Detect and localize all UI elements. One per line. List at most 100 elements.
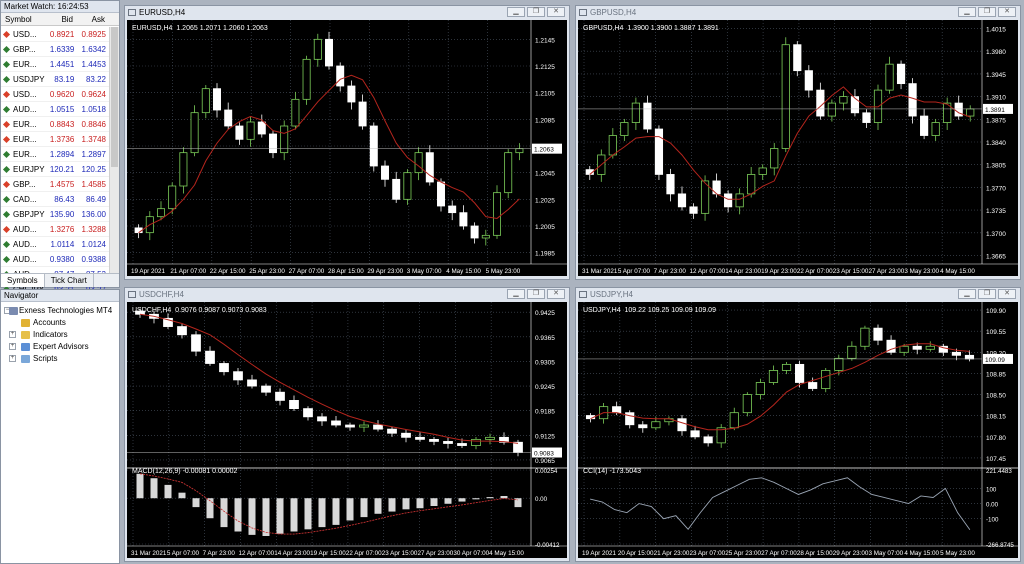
candle-body [373,424,383,430]
navigator-root[interactable]: − Exness Technologies MT4 [1,305,119,317]
candle-body [257,121,266,135]
ask-price: 83.22 [85,75,106,84]
date-label: 19 Apr 2021 [582,550,616,557]
scrollbar-thumb[interactable] [111,27,118,167]
candle-body [233,371,243,381]
date-label: 14 Apr 23:00 [274,550,310,557]
price-up-icon [2,195,11,204]
tree-expand-icon[interactable]: + [9,355,16,362]
date-label: 19 Apr 15:00 [310,550,346,557]
symbol-row[interactable]: GBP... 1.6339 1.6342 [1,42,109,57]
symbol-row[interactable]: USD... 0.8921 0.8925 [1,27,109,42]
ask-price: 136.00 [81,210,106,219]
candle-body [325,38,333,67]
minimize-button[interactable]: ▁ [507,7,525,17]
candle-body [862,112,871,123]
candle-body [612,406,622,414]
column-bid[interactable]: Bid [43,13,76,25]
candle-body [247,379,257,387]
nav-item-accounts[interactable]: Accounts [1,317,119,329]
candle-body [317,416,327,422]
candle-body [729,412,739,429]
candle-body [443,441,453,444]
symbol-row[interactable]: EUR... 1.2894 1.2897 [1,147,109,162]
close-button[interactable]: ✕ [547,289,565,299]
price-label: 1.2005 [535,224,555,231]
column-ask[interactable]: Ask [76,13,108,25]
symbol-name: AUD... [1,237,45,251]
chart-title: GBPUSD,H4 [590,8,637,17]
candle-body [625,412,635,426]
chart-title: USDCHF,H4 [139,290,184,299]
bid-price: 86.43 [54,195,75,204]
chart-usdjpy[interactable]: 109.90109.55109.20108.85108.50108.15107.… [578,302,1018,558]
tree-expand-icon[interactable]: + [9,343,16,350]
candle-body [179,152,188,187]
symbol-row[interactable]: AUD... 1.0114 1.0124 [1,237,109,252]
price-down-icon [2,225,11,234]
symbol-row[interactable]: EUR... 1.4451 1.4453 [1,57,109,72]
close-button[interactable]: ✕ [998,289,1016,299]
symbol-row[interactable]: AUD... 1.3276 1.3288 [1,222,109,237]
column-symbol[interactable]: Symbol [1,13,43,25]
indicator-level-label: 0.00254 [535,468,558,475]
restore-button[interactable]: ❐ [978,7,996,17]
chart-eurusd[interactable]: 1.21451.21251.21051.20851.20651.20451.20… [127,20,567,276]
symbol-row[interactable]: USD... 0.9620 0.9624 [1,87,109,102]
candle-body [724,193,733,208]
close-button[interactable]: ✕ [998,7,1016,17]
minimize-button[interactable]: ▁ [958,289,976,299]
tree-expand-icon[interactable]: + [9,331,16,338]
price-label: 1.3770 [986,185,1006,192]
price-down-icon [2,30,11,39]
candle-body [758,167,767,175]
candle-body [908,83,917,117]
symbol-row[interactable]: USDJPY 83.19 83.22 [1,72,109,87]
market-watch-header: Symbol Bid Ask [1,13,119,26]
candle-body [839,96,848,104]
price-down-icon [2,90,11,99]
minimize-button[interactable]: ▁ [507,289,525,299]
price-down-icon [2,135,11,144]
nav-item-scripts[interactable]: + Scripts [1,353,119,365]
chart-window-gbpusd[interactable]: GBPUSD,H4 ▁ ❐ ✕ 1.4015 1.3980 1.3945 1.3910 1.… [575,5,1021,280]
price-up-icon [2,165,11,174]
chart-usdchf[interactable]: 0.9425 0.9365 0.9305 0.9245 0.9185 0.9125 0.90… [127,302,567,558]
symbol-row[interactable]: AUD... 1.0515 1.0518 [1,102,109,117]
symbol-row[interactable]: EURJPY 120.21 120.25 [1,162,109,177]
candle-body [457,443,467,446]
date-label: 27 Apr 23:00 [869,268,905,275]
minimize-button[interactable]: ▁ [958,7,976,17]
restore-button[interactable]: ❐ [527,7,545,17]
symbol-row[interactable]: EUR... 0.8843 0.8846 [1,117,109,132]
candle-body [795,363,805,383]
chart-window-usdchf[interactable]: USDCHF,H4 ▁ ❐ ✕ 0.9425 0.9365 0.9305 0.9245 0.… [124,287,570,562]
indicator-level-label: 0.00 [535,496,548,503]
close-button[interactable]: ✕ [547,7,565,17]
tab-tick-chart[interactable]: Tick Chart [45,274,94,287]
chart-window-usdjpy[interactable]: USDJPY,H4 ▁ ❐ ✕ 109.90 109.55 109.20 108.85 10… [575,287,1021,562]
chart-info: GBPUSD,H4 1.3900 1.3900 1.3887 1.3891 [583,25,719,32]
market-watch-scrollbar[interactable] [109,27,119,273]
chart-window-eurusd[interactable]: EURUSD,H4 ▁ ❐ ✕ 1.2145 1.2125 1.2105 1.2085 1.… [124,5,570,280]
candle-body [931,122,940,136]
indicator-level-label: -266.8745 [986,542,1014,549]
symbol-row[interactable]: GBP... 1.4575 1.4585 [1,177,109,192]
symbol-row[interactable]: GBPJPY 135.90 136.00 [1,207,109,222]
restore-button[interactable]: ❐ [978,289,996,299]
nav-item-indicators[interactable]: + Indicators [1,329,119,341]
symbol-row[interactable]: CAD... 86.43 86.49 [1,192,109,207]
tab-symbols[interactable]: Symbols [1,274,45,287]
date-label: 22 Apr 07:00 [346,550,382,557]
symbol-row[interactable]: AUD... 0.9380 0.9388 [1,252,109,267]
date-label: 4 May 15:00 [940,268,975,275]
restore-button[interactable]: ❐ [527,289,545,299]
chart-gbpusd[interactable]: 1.4015 1.3980 1.3945 1.3910 1.3875 1.3840 1.38… [578,20,1018,276]
price-label: 0.9065 [535,458,555,465]
symbol-row[interactable]: EUR... 1.3736 1.3748 [1,132,109,147]
date-label: 19 Apr 23:00 [761,268,797,275]
candle-body [850,96,860,114]
candle-body [651,421,661,429]
nav-item-expert-advisors[interactable]: + Expert Advisors [1,341,119,353]
date-label: 5 Apr 07:00 [618,268,651,275]
